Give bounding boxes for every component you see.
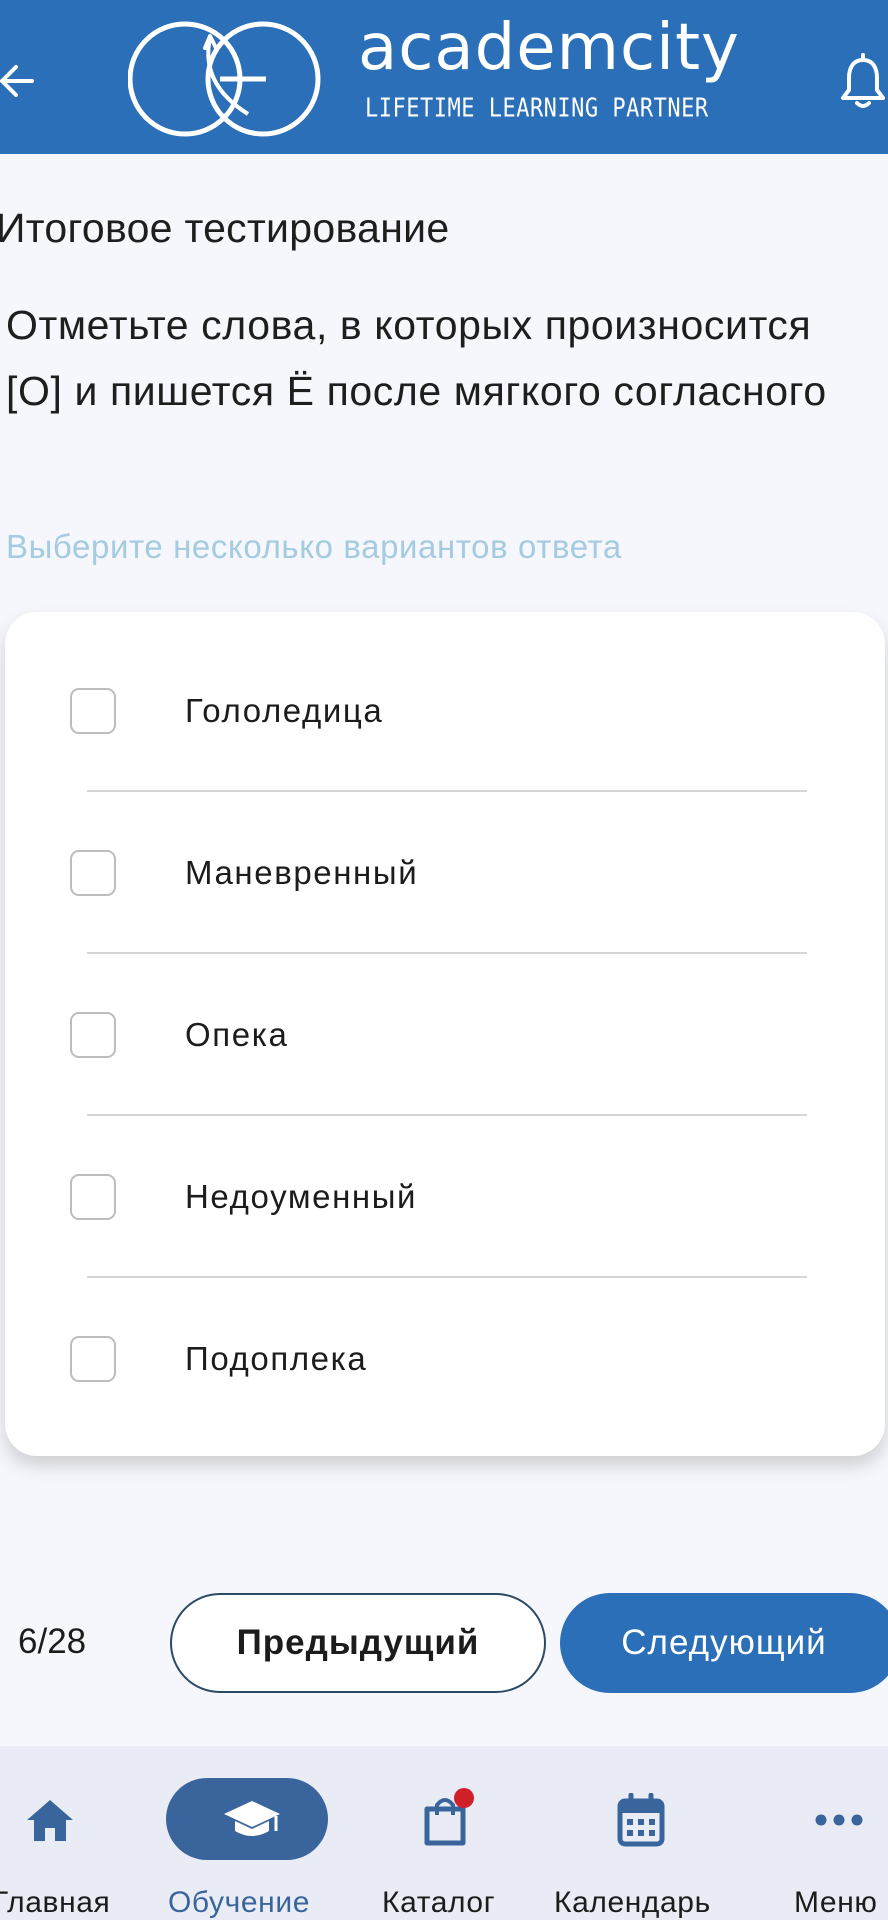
logo-rings-icon [128, 21, 321, 137]
nav-label: Календарь [554, 1886, 711, 1919]
graduation-cap-icon [224, 1801, 280, 1836]
notifications-button[interactable] [838, 52, 888, 112]
brand-tagline: LIFETIME LEARNING PARTNER [365, 94, 709, 124]
nav-item-learning[interactable]: Обучение [150, 1746, 350, 1920]
answer-hint: Выберите несколько вариантов ответа [6, 528, 622, 565]
home-icon [27, 1800, 73, 1841]
option-label: Гололедица [185, 692, 384, 729]
option-label: Недоуменный [185, 1178, 418, 1215]
option-label: Опека [185, 1016, 289, 1053]
bell-icon [841, 53, 885, 108]
nav-label: Обучение [168, 1886, 310, 1919]
notification-badge [454, 1788, 474, 1808]
answer-option[interactable]: Подоплека [5, 1260, 885, 1422]
answer-option[interactable]: Опека [5, 936, 885, 1098]
bottom-navigation: Главная Обучение Каталог Календарь Меню [0, 1746, 888, 1920]
back-button[interactable] [0, 56, 36, 106]
page-title: Итоговое тестирование [0, 205, 450, 251]
option-checkbox[interactable] [70, 688, 116, 734]
answer-option[interactable]: Гололедица [5, 612, 885, 774]
nav-item-calendar[interactable]: Календарь [550, 1746, 750, 1920]
option-label: Подоплека [185, 1340, 368, 1377]
previous-button[interactable]: Предыдущий [170, 1593, 546, 1693]
option-checkbox[interactable] [70, 850, 116, 896]
test-screen: academcity LIFETIME LEARNING PARTNER Ито… [0, 0, 888, 1920]
option-checkbox[interactable] [70, 1336, 116, 1382]
next-button[interactable]: Следующий [560, 1593, 888, 1693]
answer-option[interactable]: Недоуменный [5, 1098, 885, 1260]
nav-item-menu[interactable]: Меню [780, 1746, 888, 1920]
brand-name: academcity [358, 11, 740, 85]
question-text: Отметьте слова, в которых произносится [… [6, 302, 827, 414]
nav-item-home[interactable]: Главная [0, 1746, 130, 1920]
question-counter: 6/28 [18, 1622, 87, 1661]
nav-item-catalog[interactable]: Каталог [372, 1746, 522, 1920]
arrow-left-icon [0, 65, 34, 97]
nav-label: Главная [0, 1886, 111, 1919]
answer-options-card: Гололедица Маневренный Опека Недоуменный… [5, 612, 885, 1456]
answer-option[interactable]: Маневренный [5, 774, 885, 936]
calendar-icon [617, 1793, 665, 1847]
option-checkbox[interactable] [70, 1012, 116, 1058]
app-header: academcity LIFETIME LEARNING PARTNER [0, 0, 888, 154]
more-dots-icon [815, 1814, 863, 1826]
option-checkbox[interactable] [70, 1174, 116, 1220]
nav-label: Меню [794, 1886, 878, 1919]
academcity-logo: academcity LIFETIME LEARNING PARTNER [128, 14, 768, 144]
nav-label: Каталог [382, 1886, 496, 1919]
option-label: Маневренный [185, 854, 419, 891]
